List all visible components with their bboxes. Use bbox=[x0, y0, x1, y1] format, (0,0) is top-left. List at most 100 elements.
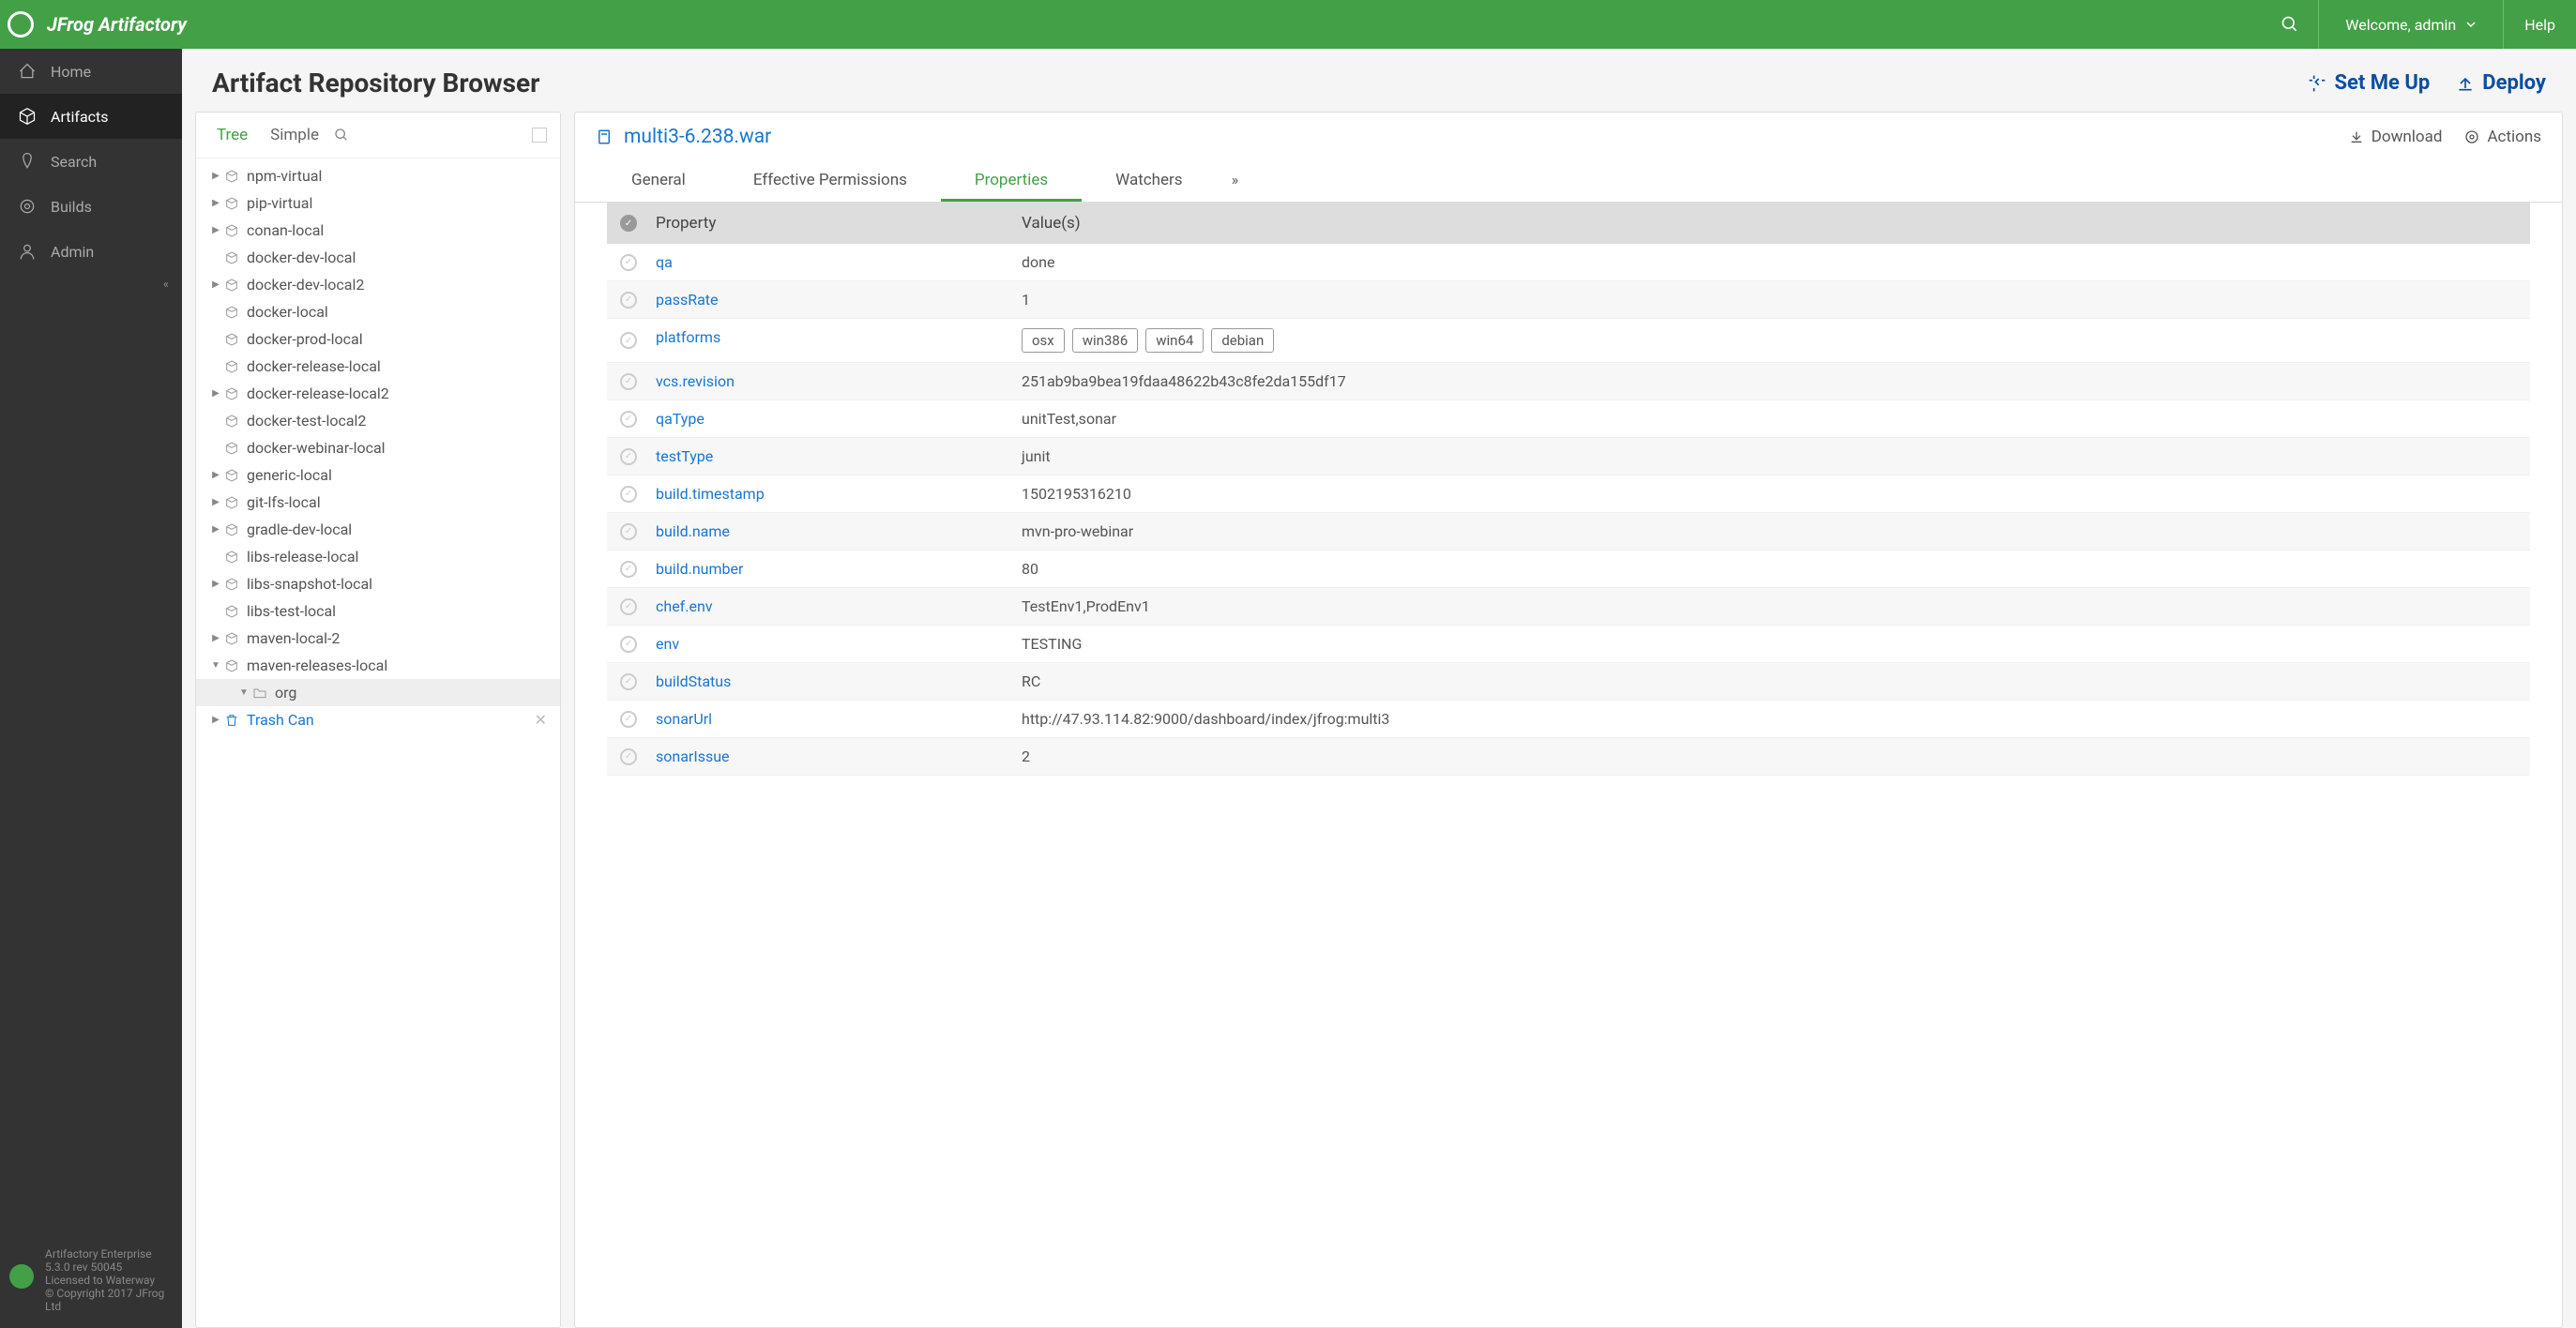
expand-arrow-icon[interactable]: ▼ bbox=[235, 687, 252, 698]
tree-checkbox[interactable] bbox=[532, 128, 547, 143]
expand-arrow-icon[interactable]: ▶ bbox=[207, 198, 224, 208]
set-me-up-button[interactable]: Set Me Up bbox=[2308, 71, 2430, 95]
tree-trash[interactable]: ▶Trash Can✕ bbox=[196, 706, 560, 733]
table-row[interactable]: ✓sonarIssue2 bbox=[607, 738, 2530, 776]
table-row[interactable]: ✓buildStatusRC bbox=[607, 663, 2530, 701]
property-key[interactable]: sonarUrl bbox=[656, 710, 1022, 728]
table-row[interactable]: ✓vcs.revision251ab9ba9bea19fdaa48622b43c… bbox=[607, 363, 2530, 400]
sidebar-item-builds[interactable]: Builds bbox=[0, 184, 182, 229]
table-row[interactable]: ✓sonarUrlhttp://47.93.114.82:9000/dashbo… bbox=[607, 701, 2530, 738]
tree-node[interactable]: libs-test-local bbox=[196, 597, 560, 625]
property-key[interactable]: buildStatus bbox=[656, 672, 1022, 690]
table-row[interactable]: ✓build.number80 bbox=[607, 551, 2530, 588]
row-check[interactable]: ✓ bbox=[620, 254, 637, 271]
sidebar-item-admin[interactable]: Admin bbox=[0, 229, 182, 274]
row-check[interactable]: ✓ bbox=[620, 598, 637, 615]
tab-properties[interactable]: Properties bbox=[941, 161, 1082, 202]
tree-node[interactable]: ▶npm-virtual bbox=[196, 162, 560, 189]
property-key[interactable]: chef.env bbox=[656, 597, 1022, 615]
row-check[interactable]: ✓ bbox=[620, 673, 637, 690]
row-check[interactable]: ✓ bbox=[620, 636, 637, 653]
logo[interactable]: JFrog Artifactory bbox=[0, 11, 204, 38]
property-key[interactable]: vcs.revision bbox=[656, 372, 1022, 390]
tab-watchers[interactable]: Watchers bbox=[1082, 161, 1216, 202]
table-row[interactable]: ✓build.timestamp1502195316210 bbox=[607, 475, 2530, 513]
expand-arrow-icon[interactable]: ▶ bbox=[207, 470, 224, 480]
tree-node[interactable]: ▶docker-dev-local2 bbox=[196, 271, 560, 298]
table-row[interactable]: ✓build.namemvn-pro-webinar bbox=[607, 513, 2530, 551]
table-row[interactable]: ✓platformsosxwin386win64debian bbox=[607, 319, 2530, 363]
expand-arrow-icon[interactable]: ▶ bbox=[207, 715, 224, 725]
row-check[interactable]: ✓ bbox=[620, 523, 637, 540]
tab-effective-permissions[interactable]: Effective Permissions bbox=[720, 161, 941, 202]
expand-arrow-icon[interactable]: ▶ bbox=[207, 633, 224, 643]
header-search-button[interactable] bbox=[2262, 0, 2318, 49]
property-key[interactable]: qaType bbox=[656, 410, 1022, 428]
sidebar-item-home[interactable]: Home bbox=[0, 49, 182, 94]
table-row[interactable]: ✓chef.envTestEnv1,ProdEnv1 bbox=[607, 588, 2530, 626]
property-key[interactable]: build.timestamp bbox=[656, 485, 1022, 503]
column-property[interactable]: Property bbox=[656, 214, 1022, 233]
tree-node-org[interactable]: ▼org bbox=[196, 679, 560, 706]
tab-simple[interactable]: Simple bbox=[263, 122, 326, 148]
tree-node[interactable]: docker-prod-local bbox=[196, 325, 560, 353]
actions-button[interactable]: Actions bbox=[2464, 128, 2541, 146]
expand-arrow-icon[interactable]: ▶ bbox=[207, 388, 224, 399]
help-link[interactable]: Help bbox=[2503, 0, 2576, 49]
deploy-button[interactable]: Deploy bbox=[2456, 71, 2546, 95]
tab-tree[interactable]: Tree bbox=[209, 122, 255, 148]
property-key[interactable]: passRate bbox=[656, 291, 1022, 309]
expand-arrow-icon[interactable]: ▶ bbox=[207, 171, 224, 181]
row-check[interactable]: ✓ bbox=[620, 332, 637, 349]
table-row[interactable]: ✓testTypejunit bbox=[607, 438, 2530, 475]
row-check[interactable]: ✓ bbox=[620, 561, 637, 578]
property-key[interactable]: env bbox=[656, 635, 1022, 653]
expand-arrow-icon[interactable]: ▶ bbox=[207, 279, 224, 290]
expand-arrow-icon[interactable]: ▶ bbox=[207, 497, 224, 507]
column-values[interactable]: Value(s) bbox=[1022, 214, 2517, 233]
row-check[interactable]: ✓ bbox=[620, 486, 637, 503]
user-menu[interactable]: Welcome, admin bbox=[2318, 0, 2503, 49]
clear-trash-icon[interactable]: ✕ bbox=[535, 711, 560, 729]
property-key[interactable]: sonarIssue bbox=[656, 747, 1022, 765]
property-key[interactable]: qa bbox=[656, 253, 1022, 271]
property-key[interactable]: testType bbox=[656, 447, 1022, 465]
tree-node[interactable]: ▶generic-local bbox=[196, 461, 560, 489]
download-button[interactable]: Download bbox=[2349, 128, 2443, 146]
expand-arrow-icon[interactable]: ▶ bbox=[207, 225, 224, 235]
search-icon[interactable] bbox=[334, 128, 349, 143]
row-check[interactable]: ✓ bbox=[620, 448, 637, 465]
expand-arrow-icon[interactable]: ▶ bbox=[207, 524, 224, 535]
property-key[interactable]: build.number bbox=[656, 560, 1022, 578]
tree-node[interactable]: ▶conan-local bbox=[196, 217, 560, 244]
table-row[interactable]: ✓envTESTING bbox=[607, 626, 2530, 663]
row-check[interactable]: ✓ bbox=[620, 711, 637, 728]
row-check[interactable]: ✓ bbox=[620, 292, 637, 309]
tree-node[interactable]: docker-webinar-local bbox=[196, 434, 560, 461]
tree-node[interactable]: ▶libs-snapshot-local bbox=[196, 570, 560, 597]
tabs-more[interactable]: » bbox=[1217, 161, 1254, 202]
tree-node[interactable]: ▶docker-release-local2 bbox=[196, 380, 560, 407]
table-row[interactable]: ✓passRate1 bbox=[607, 281, 2530, 319]
select-all-check[interactable]: ✓ bbox=[620, 215, 637, 232]
expand-arrow-icon[interactable]: ▼ bbox=[207, 660, 224, 671]
tree-node[interactable]: ▶gradle-dev-local bbox=[196, 516, 560, 543]
sidebar-item-search[interactable]: Search bbox=[0, 139, 182, 184]
property-key[interactable]: platforms bbox=[656, 328, 1022, 353]
property-key[interactable]: build.name bbox=[656, 522, 1022, 540]
table-row[interactable]: ✓qadone bbox=[607, 244, 2530, 281]
tree-node[interactable]: docker-dev-local bbox=[196, 244, 560, 271]
tree-node[interactable]: ▶maven-local-2 bbox=[196, 625, 560, 652]
row-check[interactable]: ✓ bbox=[620, 411, 637, 428]
tree-node[interactable]: ▼maven-releases-local bbox=[196, 652, 560, 679]
sidebar-item-artifacts[interactable]: Artifacts bbox=[0, 94, 182, 139]
tree-node[interactable]: docker-test-local2 bbox=[196, 407, 560, 434]
tree-node[interactable]: libs-release-local bbox=[196, 543, 560, 570]
tab-general[interactable]: General bbox=[598, 161, 720, 202]
row-check[interactable]: ✓ bbox=[620, 373, 637, 390]
sidebar-collapse[interactable]: « bbox=[0, 274, 182, 295]
row-check[interactable]: ✓ bbox=[620, 748, 637, 765]
tree-node[interactable]: docker-release-local bbox=[196, 353, 560, 380]
tree-node[interactable]: ▶git-lfs-local bbox=[196, 489, 560, 516]
expand-arrow-icon[interactable]: ▶ bbox=[207, 579, 224, 589]
